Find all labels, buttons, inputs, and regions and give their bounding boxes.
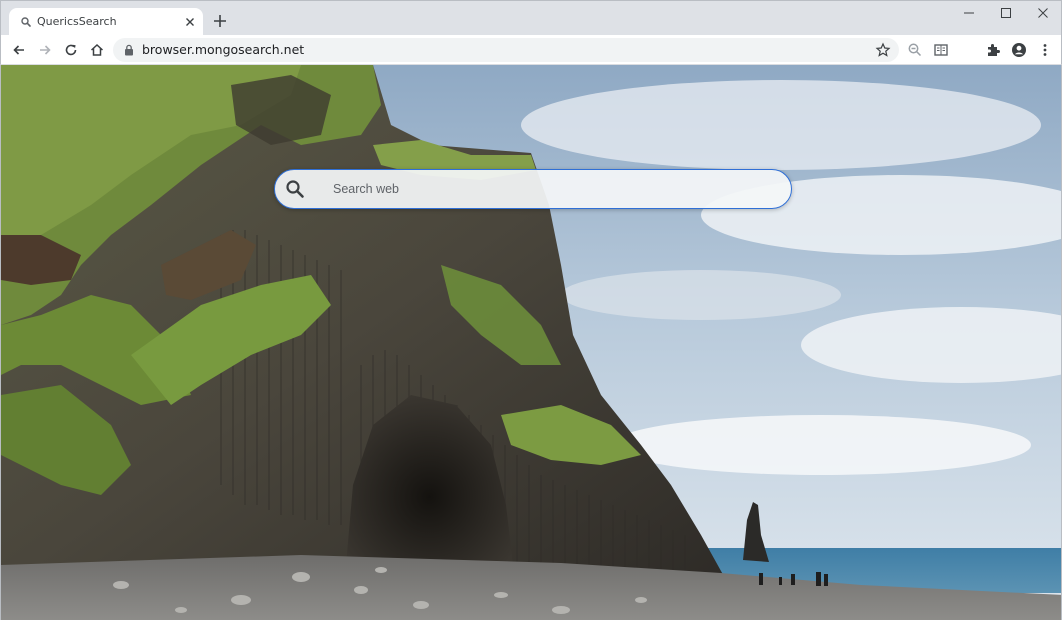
window-close-icon[interactable] <box>1036 6 1050 20</box>
minimize-icon[interactable] <box>962 6 976 20</box>
page-viewport <box>0 65 1062 620</box>
search-bar[interactable] <box>274 169 792 209</box>
browser-toolbar: browser.mongosearch.net <box>0 35 1062 65</box>
profile-icon[interactable] <box>1011 42 1027 58</box>
menu-dots-icon[interactable] <box>1037 42 1053 58</box>
maximize-icon[interactable] <box>999 6 1013 20</box>
search-input[interactable] <box>333 178 773 200</box>
tab-strip: QuericsSearch <box>0 0 1062 36</box>
search-icon <box>21 17 31 27</box>
back-arrow-icon[interactable] <box>11 42 27 58</box>
background-landscape <box>1 65 1061 620</box>
address-bar[interactable]: browser.mongosearch.net <box>113 38 899 62</box>
forward-arrow-icon[interactable] <box>37 42 53 58</box>
reader-mode-icon[interactable] <box>933 42 949 58</box>
zoom-icon[interactable] <box>907 42 923 58</box>
reload-icon[interactable] <box>63 42 79 58</box>
lock-icon[interactable] <box>124 44 134 56</box>
search-icon[interactable] <box>285 179 305 199</box>
tab-title: QuericsSearch <box>37 15 117 28</box>
active-tab[interactable]: QuericsSearch <box>9 8 203 36</box>
close-icon[interactable] <box>183 15 197 29</box>
plus-icon[interactable] <box>212 13 228 29</box>
extensions-icon[interactable] <box>985 42 1001 58</box>
star-icon[interactable] <box>875 42 891 58</box>
address-bar-url[interactable]: browser.mongosearch.net <box>142 42 304 57</box>
home-icon[interactable] <box>89 42 105 58</box>
